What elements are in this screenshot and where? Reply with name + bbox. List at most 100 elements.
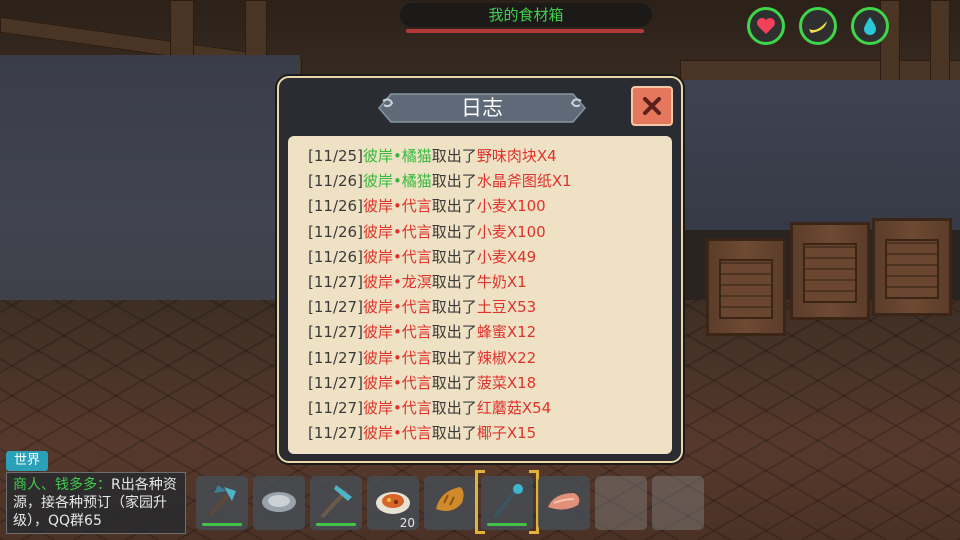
- hotbar-slot[interactable]: [481, 476, 533, 530]
- crystal-axe-icon: [202, 481, 242, 521]
- log-dialog: 日志 [11/25]彼岸•橘猫取出了野味肉块X4 [11/26]彼岸•橘猫取出了水…: [277, 76, 683, 463]
- log-date: [11/26]: [308, 197, 363, 216]
- log-item: 辣椒X22: [476, 348, 537, 367]
- thirst-status: [851, 7, 889, 45]
- banana-icon: [809, 21, 827, 33]
- log-user: 彼岸•代言: [362, 424, 432, 443]
- log-user: 彼岸•代言: [362, 398, 432, 417]
- log-date: [11/27]: [308, 298, 363, 317]
- log-action: 取出了: [431, 298, 477, 317]
- log-action: 取出了: [431, 373, 477, 392]
- log-user: 彼岸•代言: [362, 323, 432, 342]
- log-entry: [11/26]彼岸•代言取出了小麦X49: [308, 245, 672, 270]
- log-user: 彼岸•代言: [362, 222, 432, 241]
- log-date: [11/27]: [308, 323, 363, 342]
- log-item: 野味肉块X4: [476, 147, 557, 165]
- chat-channel-tab[interactable]: 世界: [6, 451, 48, 471]
- hotbar-slot[interactable]: [424, 476, 476, 530]
- storage-crate[interactable]: [790, 222, 870, 320]
- storage-crate[interactable]: [706, 238, 786, 336]
- log-entry: [11/26]彼岸•代言取出了小麦X100: [308, 220, 672, 245]
- log-user: 彼岸•橘猫: [362, 172, 432, 191]
- selection-bracket-left: [475, 470, 485, 534]
- log-action: 取出了: [431, 197, 477, 216]
- log-entry: [11/27]彼岸•代言取出了土豆X53: [308, 295, 672, 320]
- log-action: 取出了: [431, 222, 477, 241]
- container-title: 我的食材箱: [400, 3, 652, 27]
- log-user: 彼岸•代言: [362, 348, 432, 367]
- log-action: 取出了: [431, 398, 477, 417]
- log-date: [11/27]: [308, 398, 363, 417]
- hotbar-slot[interactable]: [310, 476, 362, 530]
- log-action: 取出了: [431, 147, 477, 165]
- chat-sender: 商人、钱多多：: [13, 477, 111, 493]
- plate-icon: [259, 481, 299, 521]
- log-entry: [11/26]彼岸•代言取出了小麦X100: [308, 194, 672, 219]
- hotbar-slot[interactable]: [196, 476, 248, 530]
- log-entry: [11/26]彼岸•橘猫取出了水晶斧图纸X1: [308, 169, 672, 194]
- hotbar-slot[interactable]: [538, 476, 590, 530]
- hunger-status: [799, 7, 837, 45]
- log-entry: [11/27]彼岸•代言取出了椰子X15: [308, 421, 672, 446]
- log-date: [11/26]: [308, 222, 363, 241]
- hotbar-slot[interactable]: 20: [367, 476, 419, 530]
- chat-box[interactable]: 商人、钱多多：R出各种资源，接各种预订（家园升级），QQ群65: [6, 472, 186, 534]
- durability-bar: [316, 523, 356, 526]
- ceiling-beam: [930, 0, 950, 82]
- log-user: 彼岸•代言: [362, 247, 432, 266]
- log-item: 红蘑菇X54: [476, 398, 552, 417]
- log-item: 蜂蜜X12: [476, 323, 537, 342]
- heart-icon: [757, 18, 775, 34]
- storage-crate[interactable]: [872, 218, 952, 316]
- right-wall: [680, 80, 960, 230]
- log-item: 小麦X49: [476, 247, 537, 266]
- log-item: 小麦X100: [476, 197, 546, 216]
- log-user: 彼岸•代言: [362, 373, 432, 392]
- container-progress-bar: [406, 29, 644, 33]
- log-action: 取出了: [431, 247, 477, 266]
- log-entry: [11/25]彼岸•橘猫取出了野味肉块X4: [308, 144, 672, 169]
- log-item: 小麦X100: [476, 222, 546, 241]
- log-item: 椰子X15: [476, 424, 537, 443]
- log-entry: [11/27]彼岸•代言取出了辣椒X22: [308, 346, 672, 371]
- water-drop-icon: [864, 17, 876, 35]
- close-button[interactable]: [631, 86, 673, 126]
- durability-bar: [487, 523, 527, 526]
- log-item: 土豆X53: [476, 298, 537, 317]
- food-dish-icon: [373, 481, 413, 521]
- log-item: 牛奶X1: [476, 272, 527, 291]
- bread-icon: [430, 481, 470, 521]
- item-count: 20: [399, 516, 415, 530]
- log-action: 取出了: [431, 348, 477, 367]
- log-date: [11/27]: [308, 373, 363, 392]
- log-date: [11/26]: [308, 247, 363, 266]
- log-date: [11/27]: [308, 348, 363, 367]
- close-icon: [643, 97, 661, 115]
- log-item: 水晶斧图纸X1: [476, 172, 572, 191]
- log-date: [11/26]: [308, 172, 363, 191]
- log-user: 彼岸•代言: [362, 298, 432, 317]
- log-list: [11/25]彼岸•橘猫取出了野味肉块X4 [11/26]彼岸•橘猫取出了水晶斧图…: [288, 136, 672, 454]
- dialog-header: 日志: [377, 92, 587, 124]
- health-status: [747, 7, 785, 45]
- crystal-pickaxe-icon: [316, 481, 356, 521]
- hotbar-slot[interactable]: [652, 476, 704, 530]
- log-date: [11/27]: [308, 424, 363, 443]
- hotbar-slot[interactable]: [253, 476, 305, 530]
- log-date: [11/25]: [308, 147, 363, 165]
- log-user: 彼岸•龙溟: [362, 272, 432, 291]
- log-entry: [11/27]彼岸•龙溟取出了牛奶X1: [308, 270, 672, 295]
- log-action: 取出了: [431, 272, 477, 291]
- log-user: 彼岸•代言: [362, 197, 432, 216]
- log-entry: [11/27]彼岸•代言取出了蜂蜜X12: [308, 320, 672, 345]
- raw-meat-icon: [544, 481, 584, 521]
- log-item: 菠菜X18: [476, 373, 537, 392]
- dialog-title: 日志: [461, 96, 503, 120]
- log-user: 彼岸•橘猫: [362, 147, 432, 165]
- crystal-staff-icon: [487, 481, 527, 521]
- hotbar-slot[interactable]: [595, 476, 647, 530]
- log-action: 取出了: [431, 424, 477, 443]
- log-action: 取出了: [431, 323, 477, 342]
- log-action: 取出了: [431, 172, 477, 191]
- log-entry: [11/27]彼岸•代言取出了菠菜X18: [308, 371, 672, 396]
